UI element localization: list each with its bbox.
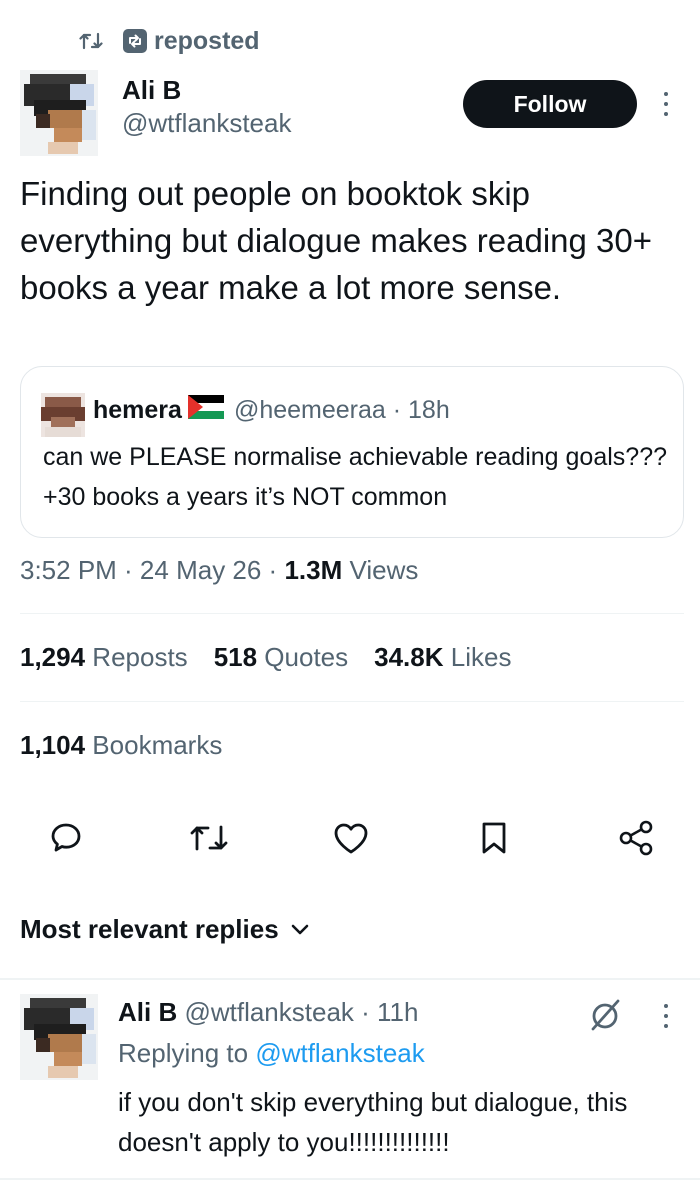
avatar[interactable] xyxy=(20,70,98,156)
chevron-down-icon xyxy=(291,924,309,936)
tweet-stats: 1,294 Reposts 518 Quotes 34.8K Likes xyxy=(20,642,537,673)
avatar[interactable] xyxy=(20,994,98,1080)
likes-stat[interactable]: 34.8K Likes xyxy=(374,642,511,673)
reply-author-name[interactable]: Ali B xyxy=(118,997,177,1027)
tweet-timestamp: 3:52 PM · 24 May 26 · xyxy=(20,555,285,585)
quote-header: hemera @heemeeraa · 18h xyxy=(93,395,450,426)
action-bar xyxy=(0,816,700,860)
quote-text: can we PLEASE normalise achievable readi… xyxy=(43,443,667,511)
reply-more-options-icon[interactable] xyxy=(661,1004,671,1028)
repost-label: reposted xyxy=(154,26,260,55)
reply-header: Ali B @wtflanksteak · 11h xyxy=(118,997,418,1028)
author-handle[interactable]: @wtflanksteak xyxy=(122,106,291,140)
quote-handle-time: @heemeeraa · 18h xyxy=(233,396,450,424)
like-icon[interactable] xyxy=(329,816,373,860)
replying-to: Replying to @wtflanksteak xyxy=(118,1038,425,1068)
palestine-flag-icon xyxy=(187,395,224,426)
quote-author-name: hemera xyxy=(93,396,182,424)
reply-handle-time: @wtflanksteak · 11h xyxy=(177,997,419,1027)
tweet-author: Ali B @wtflanksteak xyxy=(122,74,291,140)
bookmarks-stat[interactable]: 1,104 Bookmarks xyxy=(20,730,222,761)
divider xyxy=(20,701,684,702)
repost-icon xyxy=(78,28,104,54)
quoted-tweet[interactable]: hemera @heemeeraa · 18h can we PLEASE no… xyxy=(20,366,684,538)
bookmark-icon[interactable] xyxy=(472,816,516,860)
replies-sort-dropdown[interactable]: Most relevant replies xyxy=(20,914,309,945)
author-name[interactable]: Ali B xyxy=(122,74,291,106)
views-label: Views xyxy=(342,555,419,585)
quotes-stat[interactable]: 518 Quotes xyxy=(214,642,348,673)
views-count: 1.3M xyxy=(284,555,343,585)
grok-icon[interactable] xyxy=(588,998,622,1032)
reply-text: if you don't skip everything but dialogu… xyxy=(118,1087,628,1157)
more-options-icon[interactable] xyxy=(661,92,671,116)
reply-item[interactable]: Ali B @wtflanksteak · 11h Replying to @w… xyxy=(0,980,700,1178)
repost-header: reposted xyxy=(78,24,260,58)
tweet-meta: 3:52 PM · 24 May 26 · 1.3M Views xyxy=(20,555,418,586)
quote-avatar xyxy=(41,393,85,437)
repost-box-icon xyxy=(122,28,148,54)
divider xyxy=(20,613,684,614)
reposts-stat[interactable]: 1,294 Reposts xyxy=(20,642,188,673)
replies-sort-label: Most relevant replies xyxy=(20,914,279,944)
divider xyxy=(0,1178,700,1180)
reply-icon[interactable] xyxy=(44,816,88,860)
repost-icon[interactable] xyxy=(187,816,231,860)
tweet-text: Finding out people on booktok skip every… xyxy=(20,175,653,306)
replying-to-link[interactable]: @wtflanksteak xyxy=(255,1038,424,1068)
follow-button[interactable]: Follow xyxy=(463,80,637,128)
share-icon[interactable] xyxy=(614,816,658,860)
